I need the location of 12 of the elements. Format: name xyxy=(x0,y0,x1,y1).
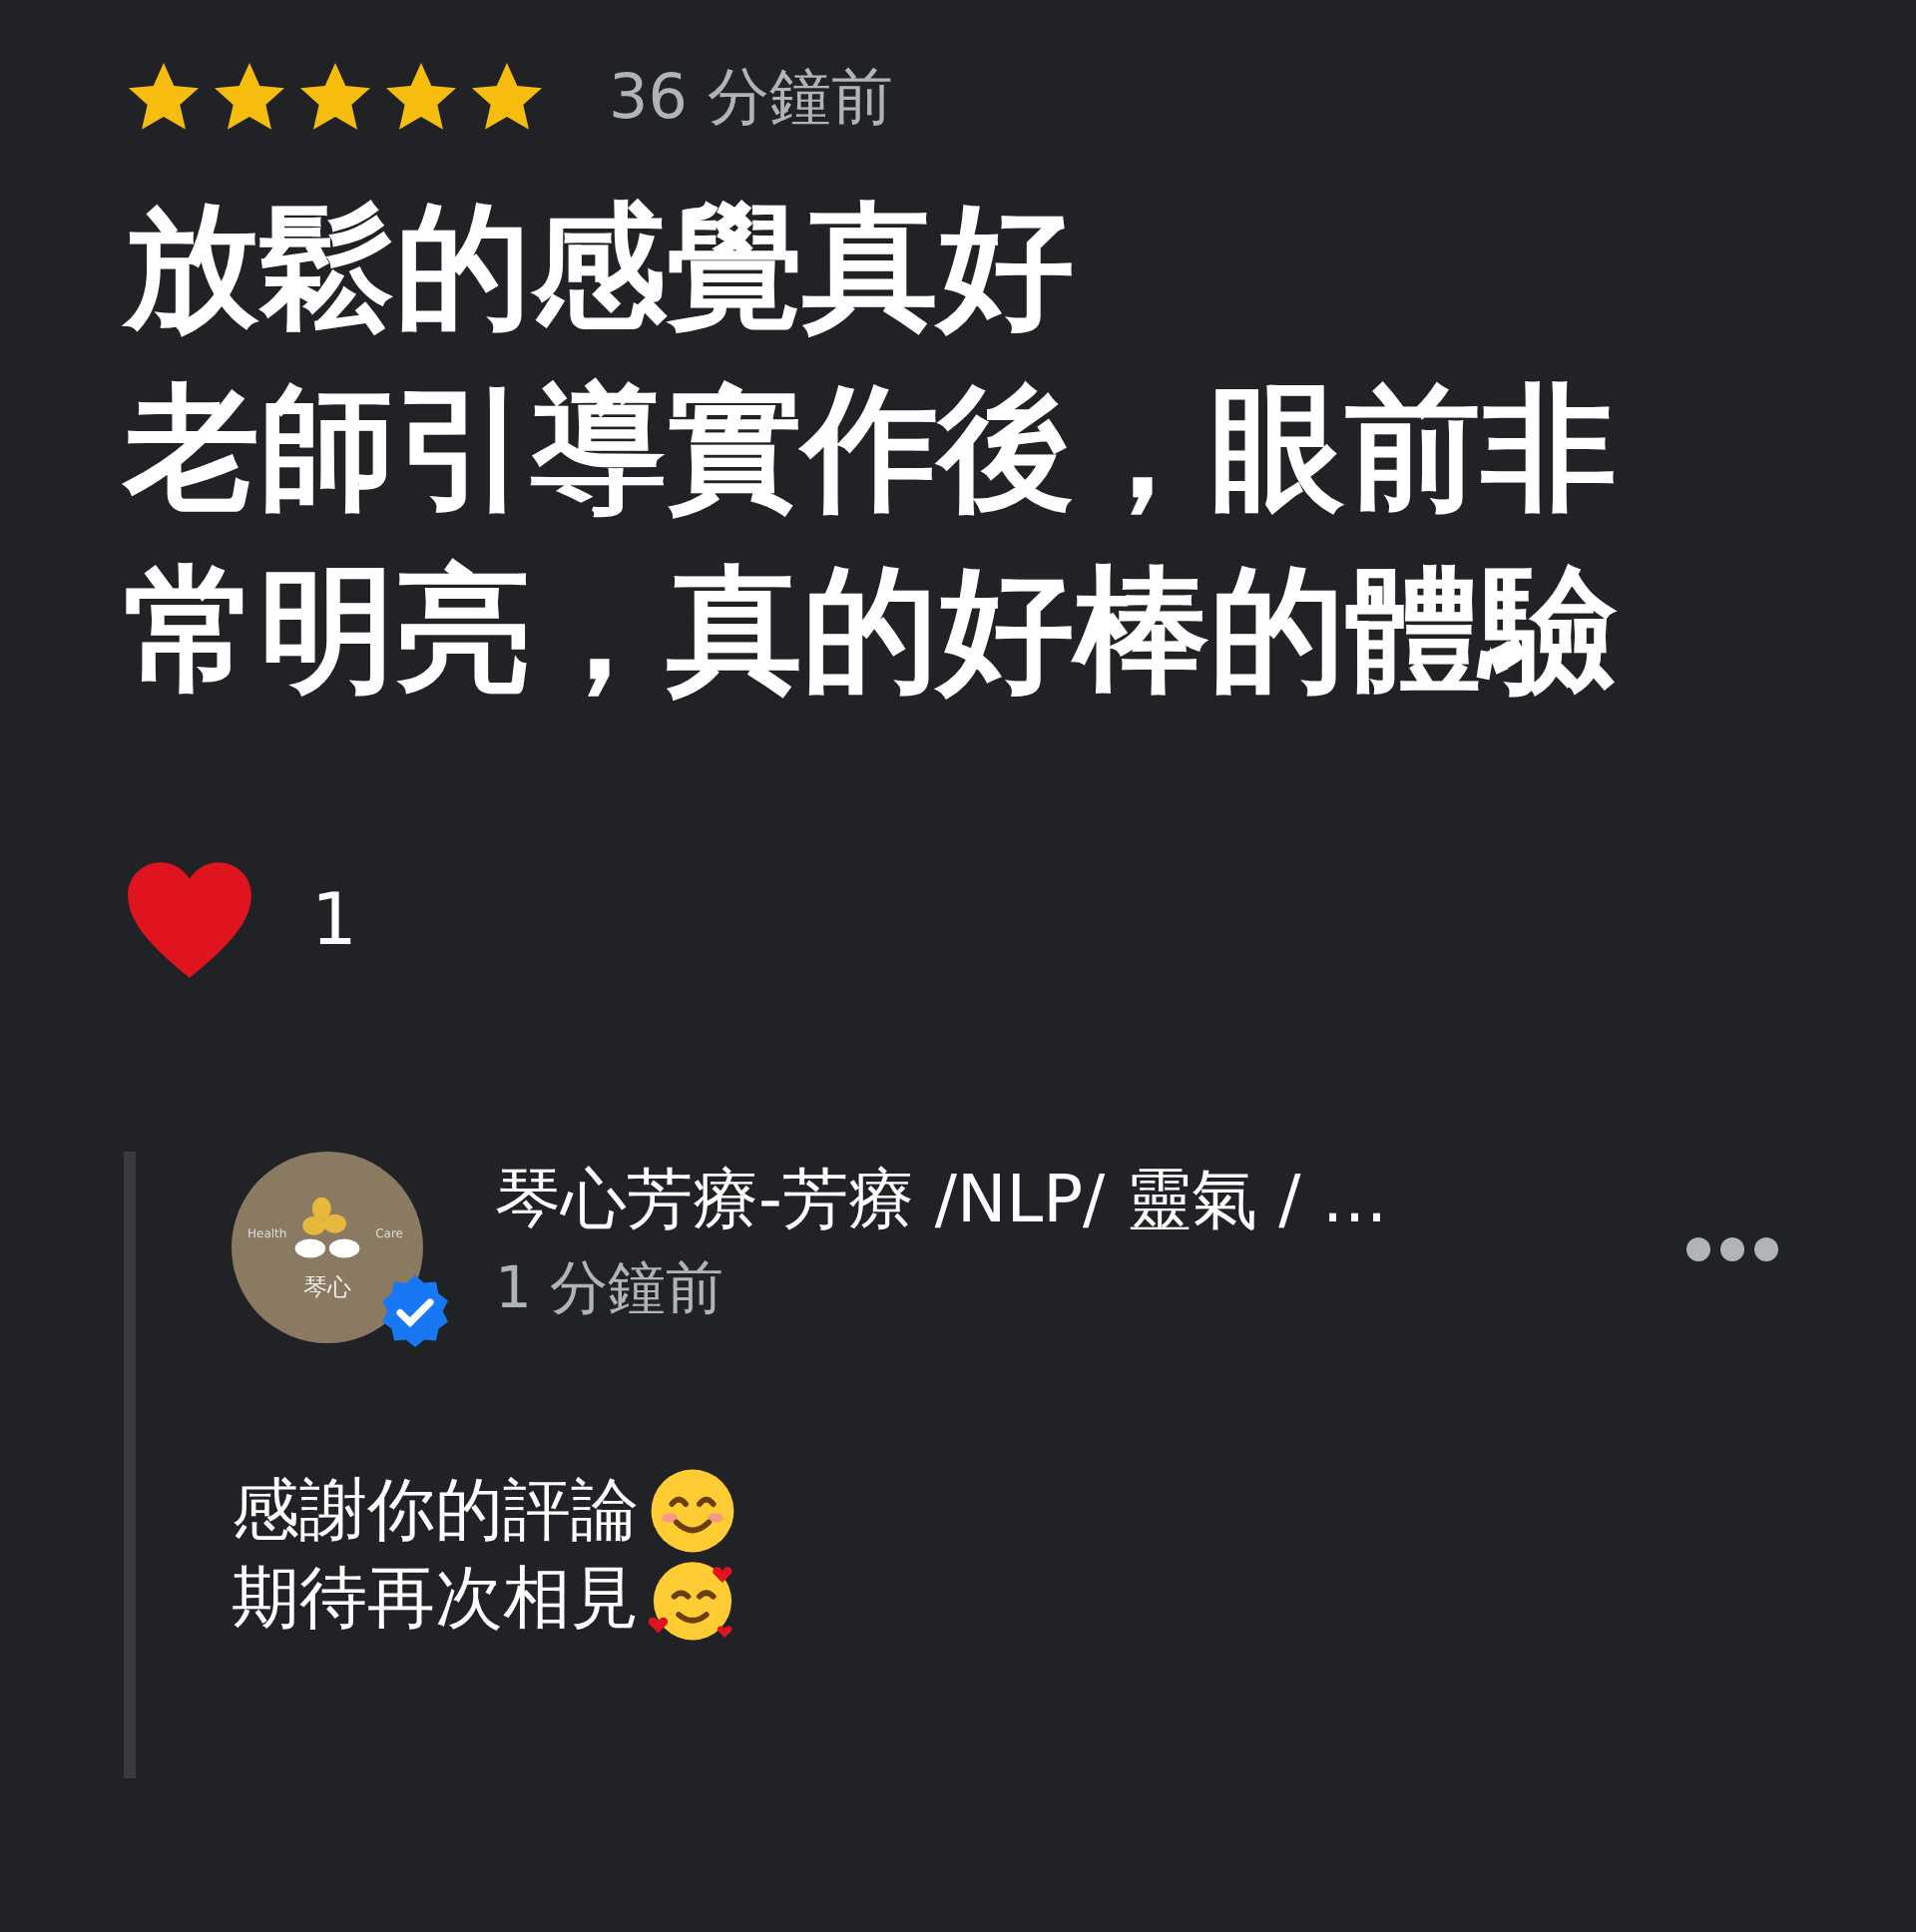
author-name[interactable]: 琴心芳療-芳療 /NLP/ 靈氣 / … xyxy=(495,1152,1388,1247)
reaction-count: 1 xyxy=(311,879,357,961)
smiling-face-icon xyxy=(647,1465,738,1557)
reply-text: 期待再次相見 xyxy=(232,1557,639,1643)
timestamp: 36 分鐘前 xyxy=(609,60,893,138)
heart-icon[interactable] xyxy=(124,858,255,982)
reply-text: 感謝你的評論 xyxy=(232,1469,639,1555)
logo-text: 琴心 xyxy=(303,1270,351,1304)
review-text: 放鬆的感覺真好 xyxy=(124,188,1076,351)
timestamp: 1 分鐘前 xyxy=(495,1251,726,1325)
more-icon[interactable] xyxy=(1684,1235,1780,1263)
review-text: 老師引導實作後，眼前非常明亮，真的好棒的體驗 xyxy=(124,369,1619,715)
